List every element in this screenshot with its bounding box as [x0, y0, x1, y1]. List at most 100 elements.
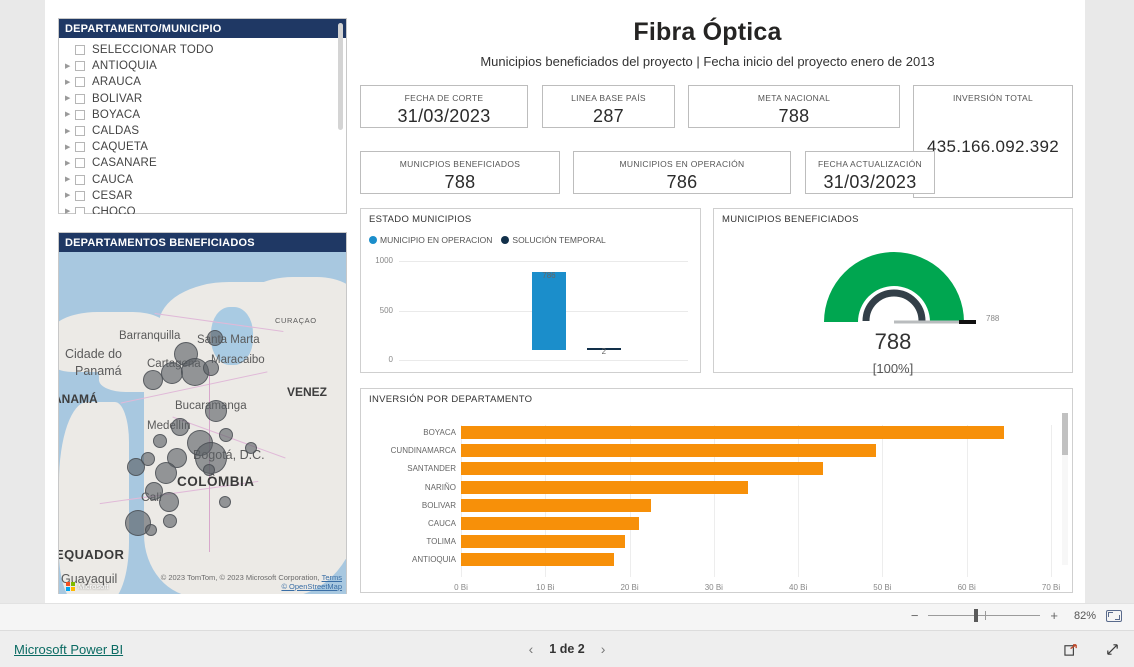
- horizontal-bar[interactable]: [461, 444, 876, 458]
- zoom-slider-track[interactable]: [928, 609, 1041, 622]
- horizontal-bar[interactable]: [461, 462, 823, 476]
- map-header: DEPARTAMENTOS BENEFICIADOS: [59, 233, 346, 252]
- slicer-checkbox[interactable]: [75, 142, 85, 153]
- map-surface[interactable]: Barranquilla Santa Marta CURAÇAO Cidade …: [59, 252, 346, 594]
- map-osm-attribution: © OpenStreetMap: [281, 582, 342, 591]
- footer-actions[interactable]: [1064, 642, 1120, 657]
- municipios-beneficiados-gauge[interactable]: MUNICIPIOS BENEFICIADOS 788 788 [100%]: [713, 208, 1073, 376]
- next-page-button[interactable]: ›: [601, 641, 606, 657]
- slicer-item[interactable]: ▶ CAQUETA: [59, 139, 346, 155]
- chart-plot-area[interactable]: 0 Bi 10 Bi 20 Bi 30 Bi 40 Bi 50 Bi 60 Bi 70 Bi B…: [361, 411, 1074, 592]
- kpi-card-linea-base-pais[interactable]: LINEA BASE PAÍS 287: [542, 85, 675, 128]
- slicer-item-label: SELECCIONAR TODO: [92, 44, 214, 57]
- slicer-item[interactable]: SELECCIONAR TODO: [59, 42, 346, 58]
- zoom-control[interactable]: − + 82%: [911, 608, 1122, 623]
- slicer-checkbox[interactable]: [75, 206, 85, 214]
- expand-arrow-icon[interactable]: ▶: [65, 95, 75, 102]
- slicer-item[interactable]: ▶ ARAUCA: [59, 74, 346, 90]
- previous-page-button[interactable]: ‹: [529, 641, 534, 657]
- expand-arrow-icon[interactable]: ▶: [65, 111, 75, 118]
- expand-arrow-icon[interactable]: ▶: [65, 208, 75, 214]
- slicer-item[interactable]: ▶ CAUCA: [59, 172, 346, 188]
- legend-item[interactable]: SOLUCIÓN TEMPORAL: [501, 235, 606, 245]
- map-bubble: [153, 434, 167, 448]
- slicer-item[interactable]: ▶ CALDAS: [59, 123, 346, 139]
- kpi-card-inversion-total[interactable]: INVERSIÓN TOTAL 435.166.092.392: [913, 85, 1073, 198]
- category-label[interactable]: BOYACA: [361, 428, 456, 437]
- departments-map-visual[interactable]: DEPARTAMENTOS BENEFICIADOS Barranquilla …: [58, 232, 347, 594]
- microsoft-power-bi-link[interactable]: Microsoft Power BI: [14, 642, 123, 657]
- chart-plot-area[interactable]: 0 500 1000 786 2: [375, 256, 688, 364]
- fit-to-screen-icon[interactable]: [1106, 609, 1122, 622]
- report-title-block: Fibra Óptica Municipios beneficiados del…: [355, 18, 1060, 69]
- category-label[interactable]: NARIÑO: [361, 483, 456, 492]
- map-bubble: [171, 418, 189, 436]
- slicer-item[interactable]: ▶ CHOCO: [59, 204, 346, 214]
- x-axis-tick-label: 50 Bi: [873, 582, 892, 592]
- zoom-out-button[interactable]: −: [911, 608, 919, 623]
- slicer-item[interactable]: ▶ BOLIVAR: [59, 91, 346, 107]
- horizontal-bar[interactable]: [461, 498, 651, 512]
- expand-arrow-icon[interactable]: ▶: [65, 144, 75, 151]
- zoom-slider-thumb[interactable]: [974, 609, 979, 622]
- horizontal-bar[interactable]: [461, 517, 639, 530]
- category-label[interactable]: BOLIVAR: [361, 501, 456, 510]
- chart-title: MUNICIPIOS BENEFICIADOS: [722, 214, 859, 225]
- horizontal-bar[interactable]: [461, 535, 625, 549]
- kpi-value: 287: [593, 106, 624, 126]
- category-label[interactable]: SANTANDER: [361, 464, 456, 473]
- slicer-item[interactable]: ▶ BOYACA: [59, 107, 346, 123]
- map-bubble: [219, 428, 233, 442]
- expand-arrow-icon[interactable]: ▶: [65, 176, 75, 183]
- expand-arrow-icon[interactable]: ▶: [65, 63, 75, 70]
- openstreetmap-link[interactable]: © OpenStreetMap: [281, 582, 342, 591]
- column-bar[interactable]: [531, 272, 566, 350]
- horizontal-bar[interactable]: [461, 553, 615, 567]
- expand-arrow-icon[interactable]: ▶: [65, 79, 75, 86]
- expand-arrow-icon[interactable]: ▶: [65, 192, 75, 199]
- slicer-checkbox[interactable]: [75, 174, 85, 185]
- slicer-checkbox[interactable]: [75, 109, 85, 120]
- department-municipality-slicer[interactable]: DEPARTAMENTO/MUNICIPIO SELECCIONAR TODO ▶…: [58, 18, 347, 214]
- horizontal-bar[interactable]: [461, 480, 749, 494]
- horizontal-bar[interactable]: [461, 426, 1004, 439]
- slicer-checkbox[interactable]: [75, 158, 85, 169]
- category-label[interactable]: CAUCA: [361, 519, 456, 528]
- category-label[interactable]: CUNDINAMARCA: [361, 446, 456, 455]
- fullscreen-icon[interactable]: [1105, 642, 1120, 657]
- category-label[interactable]: TOLIMA: [361, 537, 456, 546]
- expand-arrow-icon[interactable]: ▶: [65, 128, 75, 135]
- slicer-item-label: ARAUCA: [92, 76, 142, 89]
- slicer-checkbox[interactable]: [75, 190, 85, 201]
- slicer-checkbox[interactable]: [75, 93, 85, 104]
- kpi-card-meta-nacional[interactable]: META NACIONAL 788: [688, 85, 900, 128]
- estado-municipios-chart[interactable]: ESTADO MUNICIPIOS MUNICIPIO EN OPERACION…: [360, 208, 701, 373]
- kpi-card-municipios-en-operacion[interactable]: MUNICIPIOS EN OPERACIÓN 786: [573, 151, 791, 194]
- share-icon[interactable]: [1064, 642, 1079, 657]
- legend-item[interactable]: MUNICIPIO EN OPERACION: [369, 235, 492, 245]
- slicer-item[interactable]: ▶ CASANARE: [59, 155, 346, 171]
- expand-arrow-icon[interactable]: ▶: [65, 160, 75, 167]
- kpi-card-municipios-beneficiados[interactable]: MUNICPIOS BENEFICIADOS 788: [360, 151, 560, 194]
- slicer-checkbox[interactable]: [75, 45, 85, 56]
- slicer-scrollbar[interactable]: [338, 23, 343, 130]
- slicer-checkbox[interactable]: [75, 61, 85, 72]
- kpi-card-fecha-de-corte[interactable]: FECHA DE CORTE 31/03/2023: [360, 85, 528, 128]
- microsoft-brand-label: Microsoft: [78, 582, 109, 591]
- slicer-item[interactable]: ▶ CESAR: [59, 188, 346, 204]
- inversion-por-departamento-chart[interactable]: INVERSIÓN POR DEPARTAMENTO 0 Bi 10 Bi 20 B…: [360, 388, 1073, 593]
- category-label[interactable]: ANTIOQUIA: [361, 555, 456, 564]
- slicer-checkbox[interactable]: [75, 77, 85, 88]
- gauge-svg: [824, 252, 976, 324]
- chart-legend[interactable]: MUNICIPIO EN OPERACION SOLUCIÓN TEMPORAL: [369, 235, 606, 245]
- slicer-item-list[interactable]: SELECCIONAR TODO ▶ ANTIOQUIA ▶ ARAUCA ▶ BOLIVA…: [59, 38, 346, 214]
- slicer-checkbox[interactable]: [75, 126, 85, 137]
- kpi-card-fecha-actualizacion[interactable]: FECHA ACTUALIZACIÓN 31/03/2023: [805, 151, 935, 194]
- map-label: Panamá: [75, 364, 122, 378]
- chart-scrollbar-thumb[interactable]: [1062, 413, 1068, 455]
- gauge-area[interactable]: 788 788 [100%]: [714, 233, 1072, 376]
- slicer-item[interactable]: ▶ ANTIOQUIA: [59, 58, 346, 74]
- page-navigation[interactable]: ‹ 1 de 2 ›: [529, 641, 606, 657]
- map-terms-link[interactable]: Terms: [322, 573, 342, 582]
- zoom-in-button[interactable]: +: [1050, 608, 1058, 623]
